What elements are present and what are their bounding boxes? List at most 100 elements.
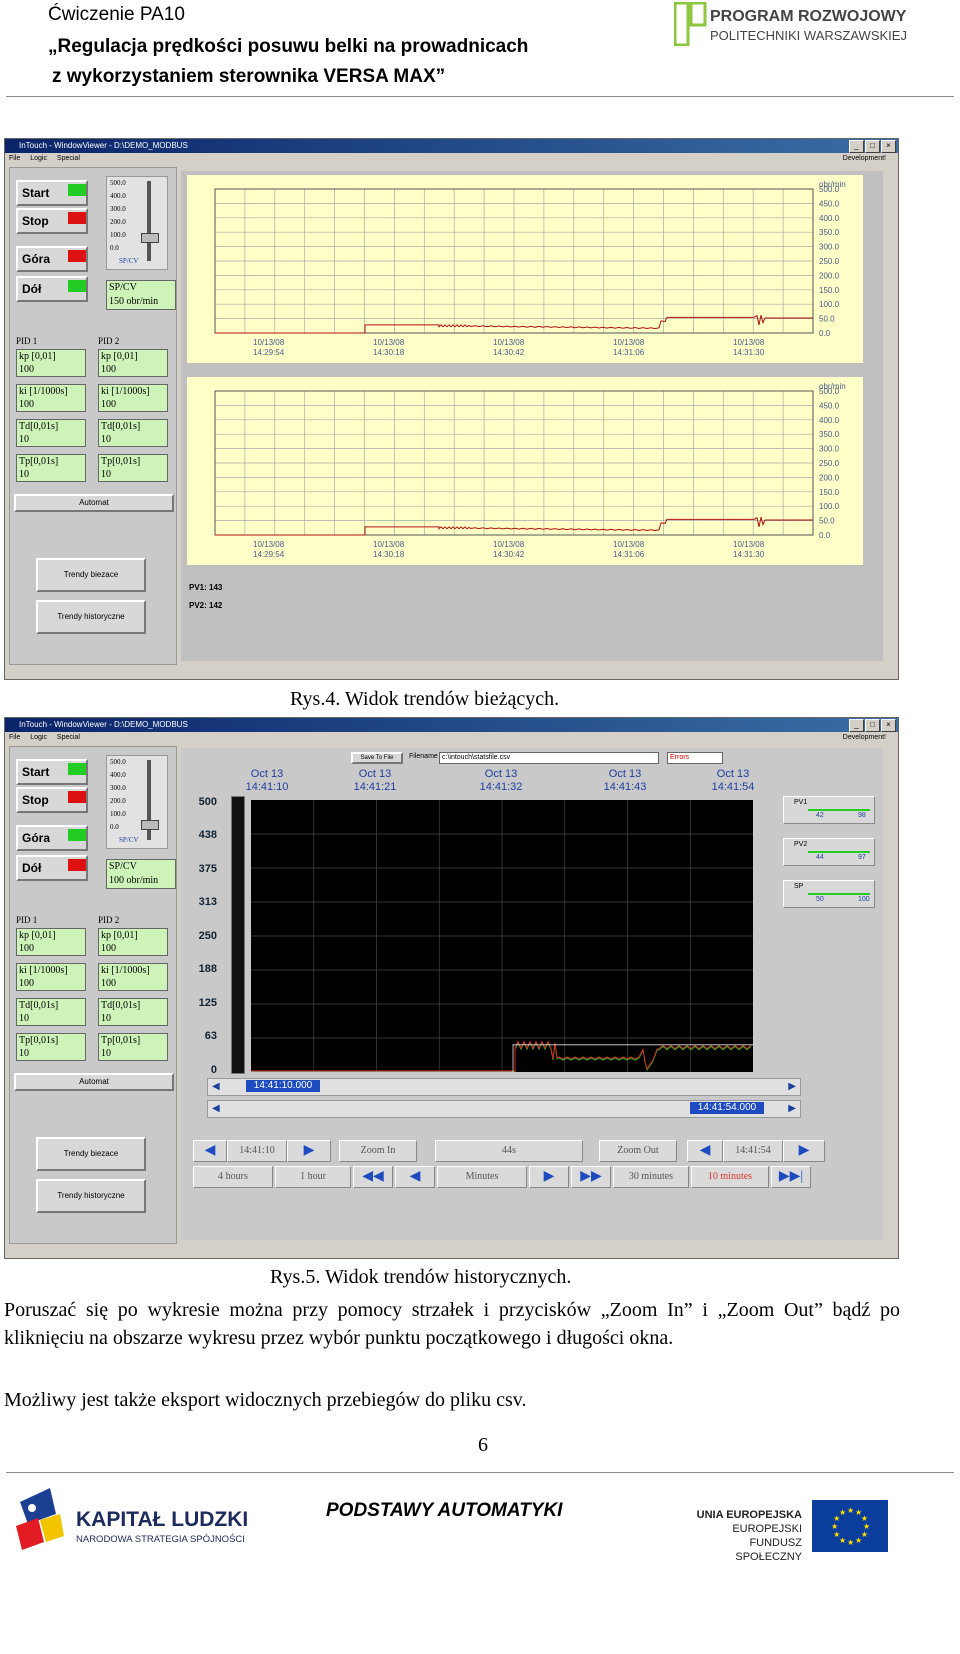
eu-line1: UNIA EUROPEJSKA bbox=[696, 1509, 802, 1521]
start-indicator bbox=[68, 763, 86, 775]
filename-field[interactable]: c:\intouch\statsfile.csv bbox=[439, 752, 659, 764]
menu-development[interactable]: Development! bbox=[843, 732, 886, 744]
x-date-label: 10/13/08 bbox=[493, 540, 525, 549]
pid1-tp-field[interactable]: Tp[0,01s] 10 bbox=[16, 454, 86, 482]
minimize-button[interactable]: _ bbox=[849, 719, 864, 732]
menu-file[interactable]: File bbox=[9, 734, 20, 741]
pid1-tp-field[interactable]: Tp[0,01s] 10 bbox=[16, 1033, 86, 1061]
nav-left-button-2[interactable]: ◀ bbox=[687, 1140, 723, 1162]
y-tick-label: 100.0 bbox=[819, 300, 840, 309]
minimize-button[interactable]: _ bbox=[849, 140, 864, 153]
pid2-tp-field[interactable]: Tp[0,01s] 10 bbox=[98, 454, 168, 482]
slider-tick: 300.0 bbox=[110, 784, 126, 792]
jump-end-button[interactable]: ▶▶| bbox=[771, 1166, 811, 1188]
current-trends-button[interactable]: Trendy biezace bbox=[36, 558, 146, 592]
y-tick-label: 0.0 bbox=[819, 531, 831, 540]
control-panel: Start Stop Góra Dół 500.0 400.0 300.0 20… bbox=[9, 746, 177, 1244]
pv1-value: 42 bbox=[816, 812, 824, 819]
automat-button[interactable]: Automat bbox=[14, 494, 174, 512]
maximize-button[interactable]: □ bbox=[865, 719, 880, 732]
nav-right-button[interactable]: ▶ bbox=[287, 1140, 331, 1162]
trend-chart-pv2[interactable]: obr/min 500.0 450.0 400.0 350.0 300.0 250.0 200… bbox=[187, 377, 863, 565]
end-time-scrollbar[interactable]: ◀ 14:41:54.000 ▶ bbox=[207, 1100, 801, 1118]
historical-trends-button[interactable]: Trendy historyczne bbox=[36, 1179, 146, 1213]
pid1-kp-field[interactable]: kp [0,01] 100 bbox=[16, 928, 86, 956]
scroll-right-icon[interactable]: ▶ bbox=[788, 1081, 796, 1092]
nav-left-button[interactable]: ◀ bbox=[193, 1140, 227, 1162]
pid2-td-field[interactable]: Td[0,01s] 10 bbox=[98, 419, 168, 447]
pid1-ki-field[interactable]: ki [1/1000s] 100 bbox=[16, 963, 86, 991]
sp-slider[interactable]: 500.0 400.0 300.0 200.0 100.0 0.0 SP/CV bbox=[106, 176, 168, 270]
up-indicator bbox=[68, 829, 86, 841]
zoom-out-button[interactable]: Zoom Out bbox=[599, 1140, 677, 1162]
pid2-kp-field[interactable]: kp [0,01] 100 bbox=[98, 928, 168, 956]
scroll-left-icon[interactable]: ◀ bbox=[212, 1103, 220, 1114]
historical-trends-button[interactable]: Trendy historyczne bbox=[36, 600, 146, 634]
slider-tick: 400.0 bbox=[110, 771, 126, 779]
save-to-file-button[interactable]: Save To File bbox=[351, 752, 403, 764]
pv1-label: PV1 bbox=[794, 799, 808, 806]
pid1-kp-field[interactable]: kp [0,01] 100 bbox=[16, 349, 86, 377]
historical-chart[interactable] bbox=[251, 800, 753, 1073]
thirty-minutes-button[interactable]: 30 minutes bbox=[613, 1166, 689, 1188]
sp-slider[interactable]: 500.0 400.0 300.0 200.0 100.0 0.0 SP/CV bbox=[106, 755, 168, 849]
slider-thumb[interactable] bbox=[141, 233, 159, 243]
close-button[interactable]: × bbox=[881, 140, 896, 153]
menu-special[interactable]: Special bbox=[57, 734, 80, 741]
pid2-kp-field[interactable]: kp [0,01] 100 bbox=[98, 349, 168, 377]
spcv-field[interactable]: SP/CV 150 obr/min bbox=[106, 280, 176, 310]
header-time-3: Oct 13 14:41:43 bbox=[603, 768, 647, 793]
sp-box: SP 50 100 bbox=[783, 880, 875, 908]
pv2-max: 97 bbox=[858, 854, 866, 861]
pid1-td-field[interactable]: Td[0,01s] 10 bbox=[16, 419, 86, 447]
menu-logic[interactable]: Logic bbox=[30, 734, 47, 741]
nav-right-button-2[interactable]: ▶ bbox=[783, 1140, 825, 1162]
trend-chart-pv2-svg: obr/min500.0450.0400.0350.0300.0250.0200… bbox=[214, 382, 846, 559]
current-trends-button[interactable]: Trendy biezace bbox=[36, 1137, 146, 1171]
menu-file[interactable]: File bbox=[9, 155, 20, 162]
pid1-td-field[interactable]: Td[0,01s] 10 bbox=[16, 998, 86, 1026]
step-forward-button[interactable]: ▶ bbox=[529, 1166, 569, 1188]
pid1-ki-field[interactable]: ki [1/1000s] 100 bbox=[16, 384, 86, 412]
minutes-button[interactable]: Minutes bbox=[437, 1166, 527, 1188]
zoom-in-button[interactable]: Zoom In bbox=[339, 1140, 417, 1162]
slider-label: SP/CV bbox=[119, 836, 139, 844]
start-time-scrollbar[interactable]: ◀ 14:41:10.000 ▶ bbox=[207, 1078, 801, 1096]
automat-button[interactable]: Automat bbox=[14, 1073, 174, 1091]
pid2-ki-field[interactable]: ki [1/1000s] 100 bbox=[98, 963, 168, 991]
ten-minutes-button[interactable]: 10 minutes bbox=[691, 1166, 769, 1188]
pid2-ki-field[interactable]: ki [1/1000s] 100 bbox=[98, 384, 168, 412]
y-tick-label: 150.0 bbox=[819, 286, 840, 295]
one-hour-button[interactable]: 1 hour bbox=[275, 1166, 351, 1188]
menu-special[interactable]: Special bbox=[57, 155, 80, 162]
vertical-scroll[interactable] bbox=[231, 796, 245, 1074]
slider-tick: 200.0 bbox=[110, 218, 126, 226]
slider-thumb[interactable] bbox=[141, 820, 159, 830]
trend-chart-pv1[interactable]: obr/min 500.0 450.0 400.0 350.0 300.0 250.0 200… bbox=[187, 175, 863, 363]
pid2-td-field[interactable]: Td[0,01s] 10 bbox=[98, 998, 168, 1026]
menu-logic[interactable]: Logic bbox=[30, 155, 47, 162]
menu-bar: File Logic Special Development! bbox=[5, 153, 898, 165]
maximize-button[interactable]: □ bbox=[865, 140, 880, 153]
y-tick-label: 0 bbox=[210, 1064, 217, 1076]
x-time-label: 14:31:30 bbox=[733, 550, 765, 559]
pid2-tp-field[interactable]: Tp[0,01s] 10 bbox=[98, 1033, 168, 1061]
fast-forward-button[interactable]: ▶▶ bbox=[571, 1166, 611, 1188]
close-button[interactable]: × bbox=[881, 719, 896, 732]
header-rule bbox=[6, 96, 954, 97]
header-time-2: Oct 13 14:41:32 bbox=[479, 768, 523, 793]
slider-track bbox=[147, 181, 151, 261]
y-tick-label: 200.0 bbox=[819, 271, 840, 280]
pid1-label: PID 1 bbox=[16, 915, 38, 925]
slider-tick: 300.0 bbox=[110, 205, 126, 213]
y-tick-label: 50.0 bbox=[819, 517, 835, 526]
step-back-button[interactable]: ◀ bbox=[395, 1166, 435, 1188]
pv1-bar bbox=[808, 809, 870, 811]
four-hours-button[interactable]: 4 hours bbox=[193, 1166, 273, 1188]
scroll-left-icon[interactable]: ◀ bbox=[212, 1081, 220, 1092]
scroll-right-icon[interactable]: ▶ bbox=[788, 1103, 796, 1114]
fast-back-button[interactable]: ◀◀ bbox=[353, 1166, 393, 1188]
pv2-bar bbox=[808, 851, 870, 853]
menu-development[interactable]: Development! bbox=[843, 153, 886, 165]
spcv-field[interactable]: SP/CV 100 obr/min bbox=[106, 859, 176, 889]
